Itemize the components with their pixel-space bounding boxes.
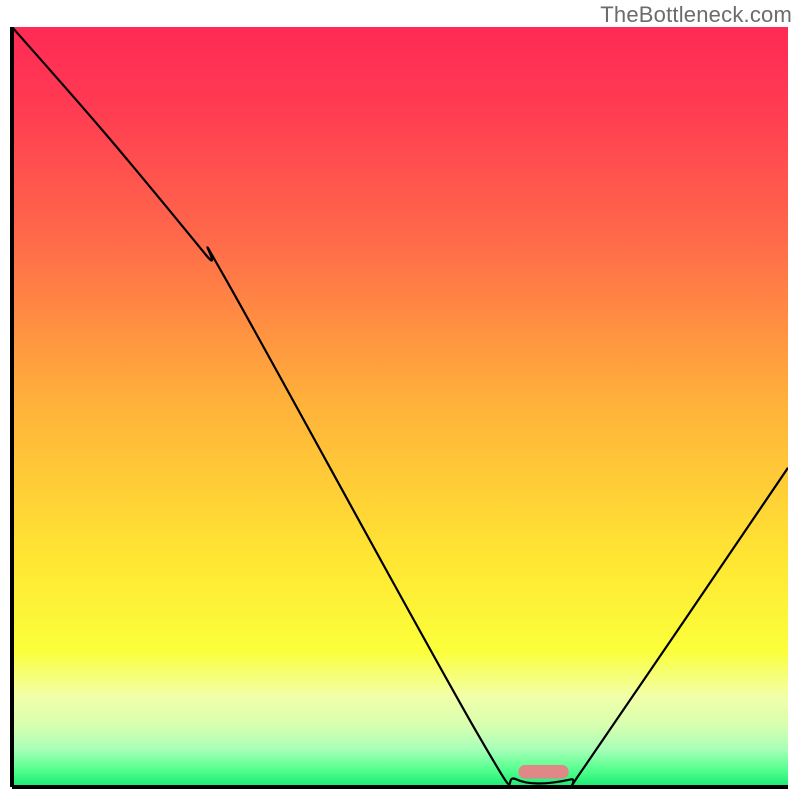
watermark-text: TheBottleneck.com xyxy=(600,2,792,28)
chart-canvas: TheBottleneck.com xyxy=(0,0,800,800)
plot-background xyxy=(12,27,788,787)
optimal-marker xyxy=(518,765,568,779)
chart-svg xyxy=(0,0,800,800)
